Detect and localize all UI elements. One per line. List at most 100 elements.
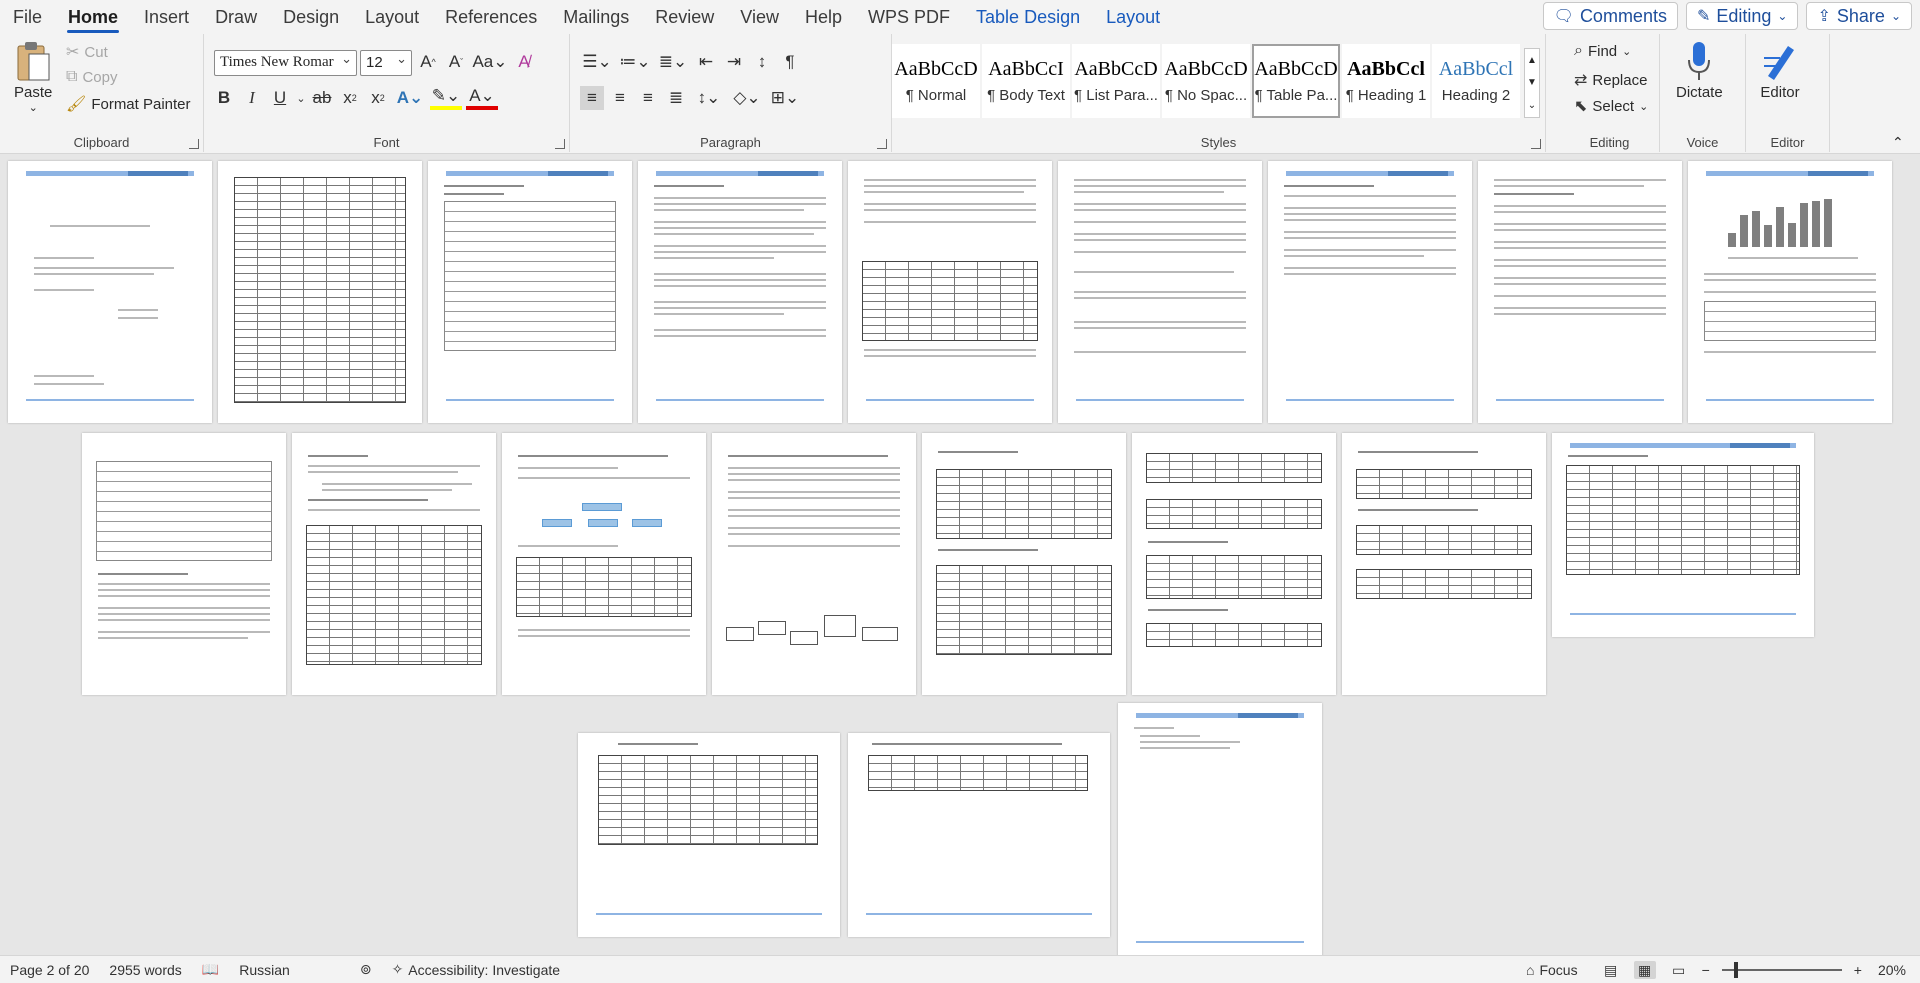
numbering-icon[interactable]: ≔⌄ — [618, 50, 652, 74]
more-icon[interactable]: ⌄ — [1528, 100, 1536, 111]
select-button[interactable]: ⬉ Select ⌄ — [1574, 96, 1648, 116]
document-page[interactable] — [1132, 433, 1336, 695]
accessibility-button[interactable]: ✧ Accessibility: Investigate — [392, 961, 560, 978]
align-center-icon[interactable]: ≡ — [608, 86, 632, 110]
document-page[interactable] — [848, 161, 1052, 423]
style-body-text[interactable]: AaBbCcI ¶ Body Text — [982, 44, 1070, 118]
tab-table-layout[interactable]: Layout — [1093, 0, 1173, 34]
style-normal[interactable]: AaBbCcD ¶ Normal — [892, 44, 980, 118]
underline-icon[interactable]: U — [268, 86, 292, 110]
bold-icon[interactable]: B — [212, 86, 236, 110]
pilcrow-icon[interactable]: ¶ — [778, 50, 802, 74]
document-page[interactable] — [82, 433, 286, 695]
editing-mode-button[interactable]: ✎ Editing ⌄ — [1685, 2, 1799, 30]
document-page[interactable] — [638, 161, 842, 423]
document-page[interactable] — [1688, 161, 1892, 423]
style-heading-1[interactable]: AaBbCcl ¶ Heading 1 — [1342, 44, 1430, 118]
tab-layout[interactable]: Layout — [352, 0, 432, 34]
align-left-icon[interactable]: ≡ — [580, 86, 604, 110]
cut-button[interactable]: ✂ Cut — [66, 42, 108, 62]
style-list-paragraph[interactable]: AaBbCcD ¶ List Para... — [1072, 44, 1160, 118]
dialog-launcher-icon[interactable] — [189, 139, 199, 149]
document-page[interactable] — [578, 733, 840, 937]
language-button[interactable]: Russian — [239, 962, 290, 978]
paste-button[interactable]: Paste ⌄ — [14, 40, 52, 114]
align-right-icon[interactable]: ≡ — [636, 86, 660, 110]
document-page[interactable] — [218, 161, 422, 423]
comments-button[interactable]: 🗨 Comments — [1542, 2, 1678, 30]
zoom-slider-thumb[interactable] — [1733, 962, 1738, 978]
tab-references[interactable]: References — [432, 0, 550, 34]
style-table-paragraph[interactable]: AaBbCcD ¶ Table Pa... — [1252, 44, 1340, 118]
chevron-up-icon[interactable]: ▲ — [1527, 55, 1537, 66]
tab-mailings[interactable]: Mailings — [550, 0, 642, 34]
italic-icon[interactable]: I — [240, 86, 264, 110]
dialog-launcher-icon[interactable] — [1531, 139, 1541, 149]
increase-indent-icon[interactable]: ⇥ — [722, 50, 746, 74]
tab-review[interactable]: Review — [642, 0, 727, 34]
chevron-down-icon[interactable]: ⌄ — [296, 86, 306, 110]
tab-file[interactable]: File — [0, 0, 55, 34]
zoom-out-button[interactable]: − — [1702, 962, 1710, 978]
zoom-level[interactable]: 20% — [1878, 962, 1906, 978]
justify-icon[interactable]: ≣ — [664, 86, 688, 110]
format-painter-button[interactable]: 🖌 Format Painter — [66, 94, 191, 114]
font-color-icon[interactable]: A⌄ — [466, 86, 498, 110]
document-page[interactable] — [502, 433, 706, 695]
zoom-in-button[interactable]: + — [1854, 962, 1862, 978]
editor-button[interactable]: Editor — [1760, 40, 1800, 101]
collapse-ribbon-icon[interactable]: ⌃ — [1892, 134, 1904, 151]
document-page[interactable] — [1268, 161, 1472, 423]
change-case-icon[interactable]: Aa⌄ — [472, 50, 508, 74]
read-mode-icon[interactable]: ▤ — [1600, 961, 1622, 979]
document-canvas[interactable] — [0, 155, 1920, 955]
decrease-indent-icon[interactable]: ⇤ — [694, 50, 718, 74]
grow-font-icon[interactable]: A ^ — [416, 50, 440, 74]
strikethrough-icon[interactable]: ab — [310, 86, 334, 110]
proofing-button[interactable]: 📖 — [202, 961, 219, 978]
chevron-down-icon[interactable]: ▼ — [1527, 77, 1537, 88]
document-page[interactable] — [1342, 433, 1546, 695]
tab-wps-pdf[interactable]: WPS PDF — [855, 0, 963, 34]
dictate-button[interactable]: Dictate — [1676, 40, 1723, 101]
macro-recorder-button[interactable]: ⊚ — [360, 961, 372, 978]
share-button[interactable]: ⇪ Share ⌄ — [1806, 2, 1912, 30]
document-page[interactable] — [1478, 161, 1682, 423]
zoom-slider[interactable] — [1721, 962, 1842, 978]
document-page[interactable] — [1118, 703, 1322, 955]
shrink-font-icon[interactable]: Aˇ — [444, 50, 468, 74]
superscript-icon[interactable]: x2 — [366, 86, 390, 110]
clear-formatting-icon[interactable]: A̸ — [512, 50, 536, 74]
borders-icon[interactable]: ⊞⌄ — [768, 86, 802, 110]
document-page[interactable] — [922, 433, 1126, 695]
document-page[interactable] — [712, 433, 916, 695]
document-page[interactable] — [428, 161, 632, 423]
find-button[interactable]: ⌕ Find ⌄ — [1574, 42, 1631, 60]
focus-button[interactable]: ⌂ Focus — [1526, 962, 1578, 978]
highlight-icon[interactable]: ✎⌄ — [430, 86, 462, 110]
sort-icon[interactable]: ↕ — [750, 50, 774, 74]
document-page[interactable] — [1552, 433, 1814, 637]
bullets-icon[interactable]: ☰⌄ — [580, 50, 614, 74]
tab-design[interactable]: Design — [270, 0, 352, 34]
dialog-launcher-icon[interactable] — [555, 139, 565, 149]
shading-icon[interactable]: ◇⌄ — [730, 86, 764, 110]
document-page[interactable] — [1058, 161, 1262, 423]
tab-table-design[interactable]: Table Design — [963, 0, 1093, 34]
tab-view[interactable]: View — [727, 0, 792, 34]
style-heading-2[interactable]: AaBbCcl Heading 2 — [1432, 44, 1520, 118]
line-spacing-icon[interactable]: ↕⌄ — [692, 86, 726, 110]
text-effects-icon[interactable]: A⌄ — [394, 86, 426, 110]
replace-button[interactable]: ⇄ Replace — [1574, 70, 1647, 90]
document-page[interactable] — [8, 161, 212, 423]
tab-help[interactable]: Help — [792, 0, 855, 34]
tab-home[interactable]: Home — [55, 0, 131, 34]
document-page[interactable] — [292, 433, 496, 695]
dialog-launcher-icon[interactable] — [877, 139, 887, 149]
tab-draw[interactable]: Draw — [202, 0, 270, 34]
styles-gallery-scroll[interactable]: ▲ ▼ ⌄ — [1524, 48, 1540, 118]
subscript-icon[interactable]: x2 — [338, 86, 362, 110]
document-page[interactable] — [848, 733, 1110, 937]
font-size-select[interactable]: 12 — [360, 50, 412, 76]
page-count[interactable]: Page 2 of 20 — [10, 962, 89, 978]
